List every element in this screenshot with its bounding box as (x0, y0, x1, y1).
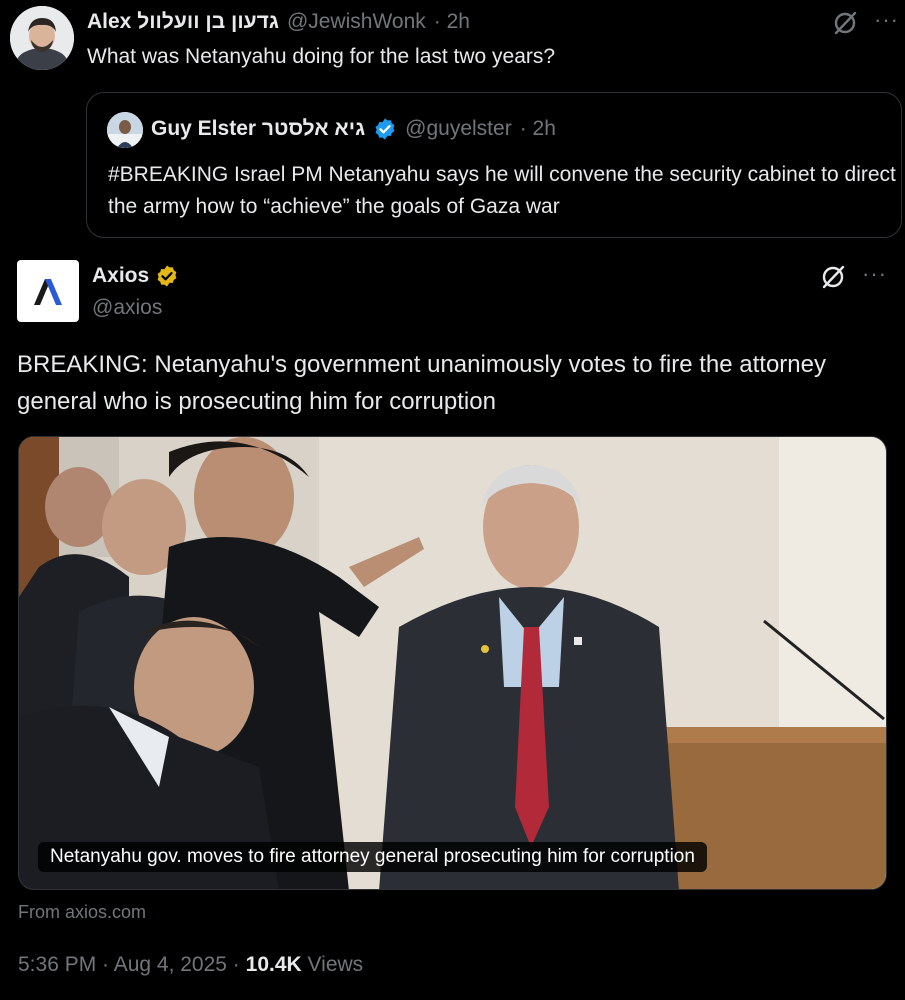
grok-icon[interactable] (832, 10, 858, 36)
reply-text: What was Netanyahu doing for the last tw… (87, 45, 556, 68)
axios-logo[interactable] (17, 260, 79, 322)
tweet-text: BREAKING: Netanyahu's government unanimo… (17, 351, 826, 415)
quoted-tweet[interactable]: Guy Elster גיא אלסטר @guyelster · 2h #BR… (86, 92, 902, 238)
quoted-header: Guy Elster גיא אלסטר @guyelster · 2h (151, 117, 556, 141)
views-label: Views (307, 953, 364, 976)
quoted-author-name[interactable]: Guy Elster גיא אלסטר (151, 117, 365, 141)
more-icon[interactable]: ··· (862, 263, 892, 285)
reply-tweet[interactable]: Alex גדעון בן וועלוול @JewishWonk · 2h ·… (0, 0, 905, 248)
author-name-row: Axios (92, 264, 179, 288)
verified-blue-icon (373, 117, 397, 141)
main-tweet: Axios @axios ··· BREAKING: Netanyahu's g… (0, 248, 905, 1000)
author-name[interactable]: Alex גדעון בן וועלוול (87, 10, 279, 34)
quoted-text: #BREAKING Israel PM Netanyahu says he wi… (108, 163, 896, 218)
reply-header: Alex גדעון בן וועלוול @JewishWonk · 2h (87, 10, 470, 34)
quoted-avatar[interactable] (107, 112, 143, 148)
timestamp[interactable]: 5:36 PM · Aug 4, 2025 · (18, 953, 240, 976)
views-count: 10.4K (245, 953, 302, 976)
news-photo (19, 437, 886, 889)
quoted-author-handle[interactable]: @guyelster (405, 117, 512, 141)
post-metadata: 5:36 PM · Aug 4, 2025 · 10.4K Views (18, 953, 363, 977)
media-card[interactable] (18, 436, 887, 890)
quoted-post-time[interactable]: · 2h (520, 117, 556, 141)
author-handle[interactable]: @axios (92, 296, 162, 320)
author-handle[interactable]: @JewishWonk (287, 10, 426, 34)
author-name[interactable]: Axios (92, 264, 149, 288)
source-link[interactable]: From axios.com (18, 902, 146, 923)
grok-icon[interactable] (820, 264, 846, 290)
avatar[interactable] (10, 6, 74, 70)
verified-gold-icon (155, 264, 179, 288)
more-icon[interactable]: ··· (874, 9, 904, 31)
post-time[interactable]: · 2h (434, 10, 470, 34)
media-caption: Netanyahu gov. moves to fire attorney ge… (38, 842, 707, 872)
